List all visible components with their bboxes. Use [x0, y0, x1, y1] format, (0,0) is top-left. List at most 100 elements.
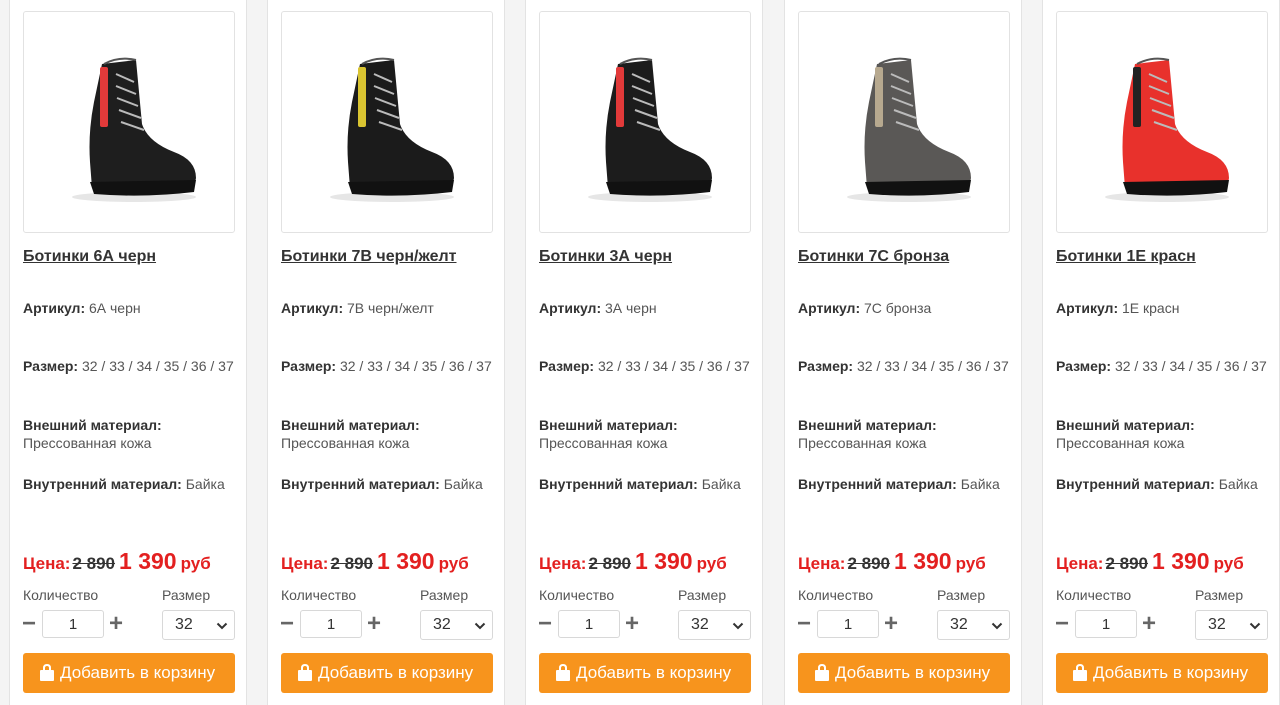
shopping-bag-icon	[556, 664, 570, 681]
product-image[interactable]	[281, 11, 493, 233]
product-image[interactable]	[1056, 11, 1268, 233]
outer-material-label: Внешний материал:	[23, 417, 162, 433]
inner-material-value: Байка	[701, 476, 741, 492]
quantity-input[interactable]	[300, 610, 362, 638]
article-label: Артикул:	[539, 300, 602, 316]
inner-material-label: Внутренний материал:	[23, 476, 182, 492]
product-card: Ботинки 7В черн/желт Артикул: 7В черн/же…	[267, 0, 505, 705]
add-to-cart-label: Добавить в корзину	[576, 663, 732, 682]
product-card: Ботинки 3А черн Артикул: 3А черн Размер:…	[525, 0, 763, 705]
quantity-plus-button[interactable]: +	[622, 612, 642, 636]
quantity-plus-button[interactable]: +	[881, 612, 901, 636]
shopping-bag-icon	[815, 664, 829, 681]
product-image[interactable]	[23, 11, 235, 233]
quantity-minus-button[interactable]: −	[1052, 612, 1072, 636]
currency: руб	[180, 554, 211, 573]
chevron-down-icon	[1249, 622, 1261, 630]
product-title[interactable]: Ботинки 7В черн/желт	[281, 248, 496, 266]
add-to-cart-label: Добавить в корзину	[60, 663, 216, 682]
boot-icon	[588, 57, 712, 202]
quantity-minus-button[interactable]: −	[19, 612, 39, 636]
quantity-plus-button[interactable]: +	[1139, 612, 1159, 636]
article-row: Артикул: 6А черн	[23, 299, 241, 317]
new-price: 1 390	[119, 548, 177, 574]
size-row: Размер: 32 / 33 / 34 / 35 / 36 / 37	[281, 357, 499, 375]
size-select-value: 32	[433, 616, 451, 633]
new-price: 1 390	[1152, 548, 1210, 574]
outer-material-value: Прессованная кожа	[1056, 435, 1185, 451]
outer-material-row: Внешний материал: Прессованная кожа	[1056, 416, 1274, 452]
size-row: Размер: 32 / 33 / 34 / 35 / 36 / 37	[23, 357, 241, 375]
add-to-cart-button[interactable]: Добавить в корзину	[539, 653, 751, 693]
new-price: 1 390	[377, 548, 435, 574]
quantity-input[interactable]	[817, 610, 879, 638]
size-value: 32 / 33 / 34 / 35 / 36 / 37	[1114, 358, 1267, 374]
price-label: Цена:	[281, 554, 329, 573]
size-select-label: Размер	[162, 587, 211, 603]
size-select[interactable]: 32	[937, 610, 1010, 640]
inner-material-label: Внутренний материал:	[1056, 476, 1215, 492]
price-label: Цена:	[798, 554, 846, 573]
quantity-minus-button[interactable]: −	[794, 612, 814, 636]
quantity-plus-button[interactable]: +	[106, 612, 126, 636]
shopping-bag-icon	[298, 664, 312, 681]
outer-material-value: Прессованная кожа	[539, 435, 668, 451]
size-select[interactable]: 32	[1195, 610, 1268, 640]
inner-material-label: Внутренний материал:	[539, 476, 698, 492]
product-image[interactable]	[798, 11, 1010, 233]
size-select[interactable]: 32	[162, 610, 235, 640]
article-value: 6А черн	[89, 300, 141, 316]
add-to-cart-button[interactable]: Добавить в корзину	[798, 653, 1010, 693]
outer-material-value: Прессованная кожа	[281, 435, 410, 451]
product-image[interactable]	[539, 11, 751, 233]
add-to-cart-button[interactable]: Добавить в корзину	[23, 653, 235, 693]
add-to-cart-label: Добавить в корзину	[835, 663, 991, 682]
inner-material-row: Внутренний материал: Байка	[23, 475, 241, 493]
chevron-down-icon	[216, 622, 228, 630]
article-value: 1Е красн	[1122, 300, 1180, 316]
inner-material-value: Байка	[185, 476, 225, 492]
product-title[interactable]: Ботинки 6А черн	[23, 248, 238, 266]
old-price: 2 890	[588, 554, 632, 573]
chevron-down-icon	[732, 622, 744, 630]
quantity-input[interactable]	[42, 610, 104, 638]
currency: руб	[955, 554, 986, 573]
inner-material-label: Внутренний материал:	[281, 476, 440, 492]
size-select[interactable]: 32	[420, 610, 493, 640]
size-select-label: Размер	[678, 587, 727, 603]
quantity-plus-button[interactable]: +	[364, 612, 384, 636]
article-row: Артикул: 1Е красн	[1056, 299, 1274, 317]
outer-material-row: Внешний материал: Прессованная кожа	[281, 416, 499, 452]
quantity-input[interactable]	[1075, 610, 1137, 638]
product-title[interactable]: Ботинки 7С бронза	[798, 248, 1013, 266]
outer-material-value: Прессованная кожа	[23, 435, 152, 451]
new-price: 1 390	[894, 548, 952, 574]
size-select[interactable]: 32	[678, 610, 751, 640]
size-select-value: 32	[950, 616, 968, 633]
outer-material-label: Внешний материал:	[281, 417, 420, 433]
price-label: Цена:	[1056, 554, 1104, 573]
article-value: 7В черн/желт	[347, 300, 434, 316]
new-price: 1 390	[635, 548, 693, 574]
inner-material-row: Внутренний материал: Байка	[1056, 475, 1274, 493]
outer-material-label: Внешний материал:	[798, 417, 937, 433]
add-to-cart-button[interactable]: Добавить в корзину	[281, 653, 493, 693]
quantity-label: Количество	[1056, 587, 1132, 603]
size-value: 32 / 33 / 34 / 35 / 36 / 37	[597, 358, 750, 374]
add-to-cart-button[interactable]: Добавить в корзину	[1056, 653, 1268, 693]
product-title[interactable]: Ботинки 1Е красн	[1056, 248, 1271, 266]
product-title[interactable]: Ботинки 3А черн	[539, 248, 754, 266]
size-label: Размер:	[1056, 358, 1112, 374]
size-select-value: 32	[691, 616, 709, 633]
boot-icon	[847, 57, 971, 202]
quantity-minus-button[interactable]: −	[277, 612, 297, 636]
quantity-label: Количество	[23, 587, 99, 603]
article-label: Артикул:	[23, 300, 86, 316]
price-row: Цена: 2 890 1 390 руб	[539, 548, 761, 575]
currency: руб	[696, 554, 727, 573]
quantity-input[interactable]	[558, 610, 620, 638]
quantity-minus-button[interactable]: −	[535, 612, 555, 636]
size-select-value: 32	[1208, 616, 1226, 633]
shopping-bag-icon	[1073, 664, 1087, 681]
price-row: Цена: 2 890 1 390 руб	[798, 548, 1020, 575]
